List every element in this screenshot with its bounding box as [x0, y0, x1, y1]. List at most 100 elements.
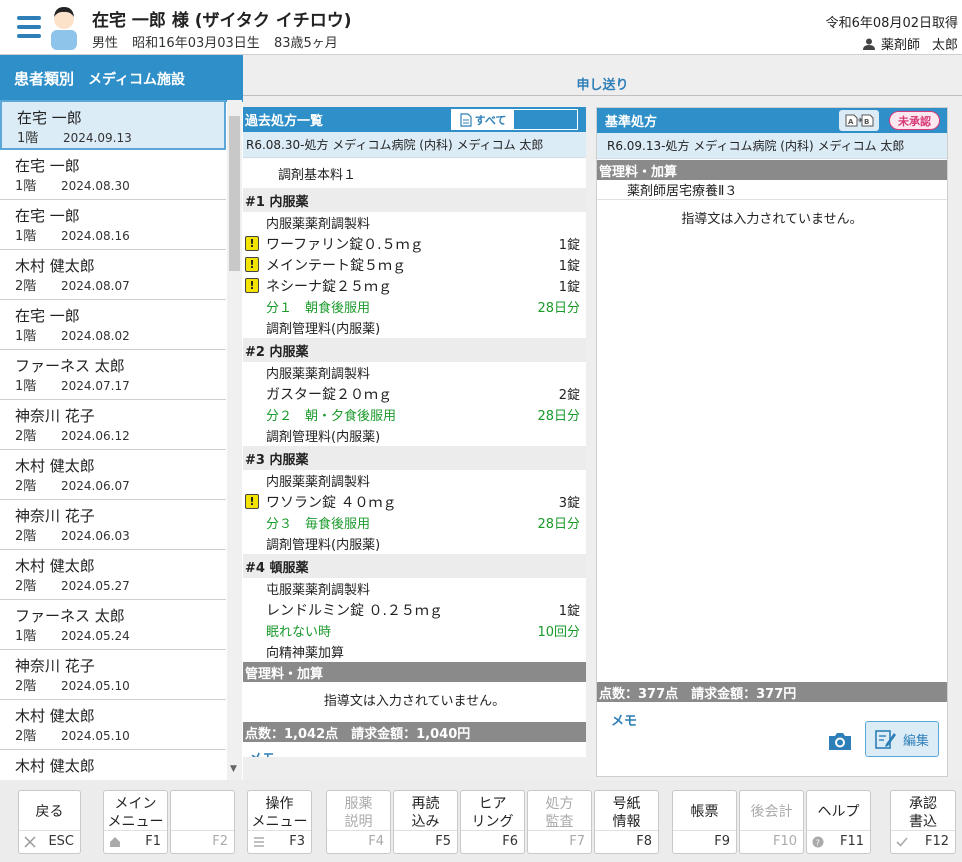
- patient-details: 男性 昭和16年03月03日生 83歳5ヶ月: [92, 32, 348, 51]
- list-item[interactable]: 在宅 一郎 1階 2024.09.13: [0, 100, 226, 150]
- operation-menu-button[interactable]: 操作 メニュー F3: [247, 790, 312, 854]
- help-button[interactable]: ヘルプ ? F11: [806, 790, 871, 854]
- pharmacist-info: 薬剤師 太郎: [862, 34, 958, 53]
- patient-avatar: [51, 7, 77, 50]
- standard-guidance-message: 指導文は入力されていません。: [681, 212, 863, 227]
- list-item[interactable]: 神奈川 花子 2階 2024.05.10: [0, 650, 226, 700]
- warning-icon[interactable]: !: [245, 494, 259, 509]
- list-item[interactable]: 木村 健太郎 2階 2024.08.07: [0, 250, 226, 300]
- list-item[interactable]: 神奈川 花子 2階 2024.06.12: [0, 400, 226, 450]
- form-info-button[interactable]: 号紙 情報 F8: [594, 790, 659, 854]
- back-button[interactable]: 戻る ESC: [18, 790, 81, 854]
- past-rx-info: R6.08.30-処方 メディコム病院 (内科) メディコム 太郎: [243, 132, 586, 158]
- standard-rx-info: R6.09.13-処方 メディコム病院 (内科) メディコム 太郎: [597, 133, 947, 159]
- post-accounting-button[interactable]: 後会計 F10: [739, 790, 804, 854]
- patient-header: 在宅 一郎 様 (ザイタク イチロウ) 男性 昭和16年03月03日生 83歳5…: [0, 0, 962, 55]
- tab-handover[interactable]: 申し送り: [243, 74, 962, 96]
- list-item[interactable]: ファーネス 太郎 1階 2024.05.24: [0, 600, 226, 650]
- filter-toggle[interactable]: すべて: [451, 109, 578, 130]
- patient-list-scrollbar[interactable]: ▼: [227, 100, 242, 780]
- standard-memo-label: メモ: [611, 714, 638, 729]
- scrollbar-thumb[interactable]: [229, 116, 240, 271]
- list-item[interactable]: 木村 健太郎 2階 2024.05.27: [0, 550, 226, 600]
- rx-group-header: #4 頓服薬: [243, 554, 586, 578]
- prescription-audit-button[interactable]: 処方 監査 F7: [527, 790, 592, 854]
- reports-button[interactable]: 帳票 F9: [672, 790, 737, 854]
- patient-gender: 男性: [92, 36, 119, 51]
- past-memo-row: メモ: [243, 742, 586, 758]
- pharmacist-role: 薬剤師: [880, 38, 920, 53]
- drug-row[interactable]: ! ワーファリン錠０.５ｍｇ 1錠: [243, 233, 586, 254]
- svg-text:A: A: [848, 118, 854, 126]
- svg-text:B: B: [864, 118, 869, 126]
- rx-line: 向精神薬加算: [266, 646, 345, 661]
- rx-line: 調剤管理料(内服薬): [266, 322, 381, 337]
- list-item[interactable]: 在宅 一郎 1階 2024.08.16: [0, 200, 226, 250]
- document-icon: [459, 112, 472, 127]
- standard-memo-row: メモ: [611, 710, 637, 729]
- rx-line: 内服薬薬剤調製料: [266, 475, 371, 490]
- rx-line: 内服薬薬剤調製料: [266, 367, 371, 382]
- list-item[interactable]: 木村 健太郎 2階 2024.06.07: [0, 450, 226, 500]
- list-item[interactable]: 木村 健太郎: [0, 750, 226, 780]
- past-panel-title: 過去処方一覧: [245, 114, 324, 129]
- list-item[interactable]: 神奈川 花子 2階 2024.06.03: [0, 500, 226, 550]
- rx-line: 屯服薬薬剤調製料: [266, 583, 371, 598]
- f2-button[interactable]: F2: [170, 790, 235, 854]
- rx-line: 薬剤師居宅療養Ⅱ３: [597, 180, 947, 200]
- standard-fee-item: 薬剤師居宅療養Ⅱ３: [627, 184, 738, 199]
- standard-panel-title: 基準処方: [605, 115, 658, 130]
- drug-row[interactable]: ! ネシーナ錠２５ｍｇ 1錠: [243, 275, 586, 296]
- rx-group-header: #1 内服薬: [243, 188, 586, 212]
- past-fee-header: 管理料・加算: [243, 662, 586, 682]
- unapproved-badge: 未承認: [889, 111, 940, 130]
- patient-name: 在宅 一郎 様 (ザイタク イチロウ): [92, 11, 352, 31]
- hearing-button[interactable]: ヒア リング F6: [460, 790, 525, 854]
- help-icon: ?: [812, 836, 824, 848]
- filter-all-label: すべて: [474, 113, 507, 127]
- medication-explanation-button[interactable]: 服薬 説明 F4: [326, 790, 391, 854]
- list-item[interactable]: 在宅 一郎 1階 2024.08.02: [0, 300, 226, 350]
- warning-icon[interactable]: !: [245, 278, 259, 293]
- swap-ab-icon[interactable]: AB: [839, 110, 879, 131]
- hamburger-menu-icon[interactable]: [17, 16, 41, 38]
- edit-button[interactable]: 編集: [865, 721, 939, 757]
- pharmacist-name: 太郎: [931, 38, 958, 53]
- warning-icon[interactable]: !: [245, 236, 259, 251]
- list-icon: [254, 837, 264, 847]
- usage-row: 分１ 朝食後服用 28日分: [266, 301, 580, 316]
- drug-row[interactable]: ! ワソラン錠 ４０ｍｇ 3錠: [243, 491, 586, 512]
- drug-row[interactable]: ガスター錠２０ｍｇ 2錠: [243, 383, 586, 404]
- past-memo-label: メモ: [249, 748, 275, 758]
- warning-icon[interactable]: !: [245, 257, 259, 272]
- camera-icon[interactable]: [827, 730, 853, 752]
- main-menu-button[interactable]: メイン メニュー F1: [103, 790, 168, 854]
- past-panel-header: 過去処方一覧 すべて: [243, 107, 586, 132]
- list-item[interactable]: ファーネス 太郎 1階 2024.07.17: [0, 350, 226, 400]
- acquired-date: 令和6年08月02日取得: [825, 16, 958, 31]
- patient-list: 在宅 一郎 1階 2024.09.13 在宅 一郎 1階 2024.08.30 在宅 一…: [0, 100, 226, 780]
- home-icon: [110, 837, 120, 847]
- rx-line: 調剤基本料１: [243, 158, 586, 188]
- svg-text:?: ?: [816, 839, 820, 848]
- rx-line: 内服薬薬剤調製料: [266, 217, 371, 232]
- approve-write-button[interactable]: 承認 書込 F12: [890, 790, 956, 854]
- list-item[interactable]: 在宅 一郎 1階 2024.08.30: [0, 150, 226, 200]
- check-icon: [896, 837, 908, 847]
- sidebar-header: 患者類別 メディコム施設: [0, 55, 243, 102]
- past-total: 点数：1,042点 請求金額：1,040円: [243, 722, 586, 742]
- standard-panel-header: 基準処方 AB 未承認: [597, 108, 947, 133]
- scroll-down-arrow-icon[interactable]: ▼: [230, 764, 237, 774]
- drug-row[interactable]: ! メインテート錠５ｍｇ 1錠: [243, 254, 586, 275]
- list-item[interactable]: 木村 健太郎 2階 2024.05.10: [0, 700, 226, 750]
- filter-all-option[interactable]: すべて: [452, 110, 514, 129]
- standard-total: 点数：377点 請求金額：377円: [597, 682, 947, 702]
- rx-group-header: #3 内服薬: [243, 446, 586, 470]
- reload-button[interactable]: 再読 込み F5: [393, 790, 458, 854]
- usage-row: 分３ 毎食後服用 28日分: [266, 517, 580, 532]
- drug-row[interactable]: レンドルミン錠 ０.２５ｍｇ 1錠: [243, 599, 586, 620]
- person-icon: [862, 38, 875, 50]
- rx-line: 調剤管理料(内服薬): [266, 538, 381, 553]
- tab-divider: [243, 95, 962, 96]
- past-prescriptions-panel: 過去処方一覧 すべて R6.08.30-処方 メディコム病院 (内科) メディコ…: [243, 107, 586, 757]
